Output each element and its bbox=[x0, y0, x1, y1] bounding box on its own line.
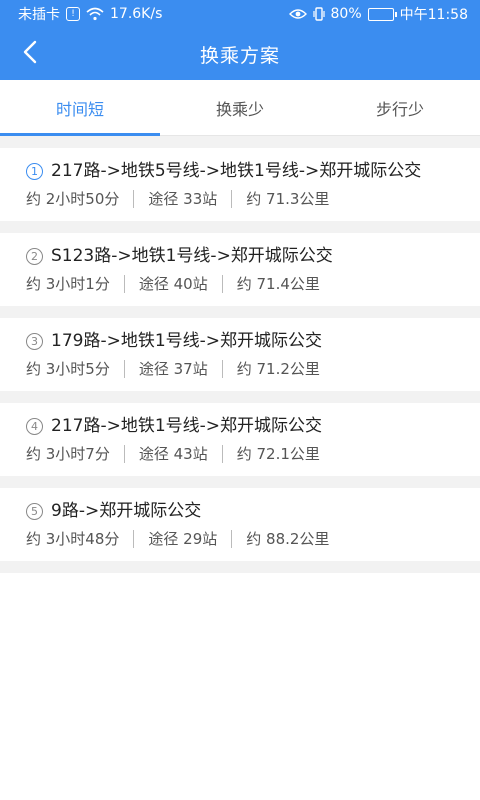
route-item-2[interactable]: 2 S123路->地铁1号线->郑开城际公交 约 3小时1分 途径 40站 约 … bbox=[0, 233, 480, 306]
route-distance: 约 71.3公里 bbox=[246, 190, 330, 208]
route-title: 5 9路->郑开城际公交 bbox=[26, 500, 454, 522]
route-name: 217路->地铁5号线->地铁1号线->郑开城际公交 bbox=[51, 161, 422, 181]
divider bbox=[221, 359, 223, 378]
route-index-badge: 3 bbox=[26, 333, 43, 350]
route-index-badge: 1 bbox=[26, 163, 43, 180]
tab-least-walking[interactable]: 步行少 bbox=[320, 80, 480, 135]
route-name: 179路->地铁1号线->郑开城际公交 bbox=[51, 331, 323, 351]
route-distance: 约 88.2公里 bbox=[246, 530, 330, 548]
route-item-1[interactable]: 1 217路->地铁5号线->地铁1号线->郑开城际公交 约 2小时50分 途径… bbox=[0, 148, 480, 221]
route-stops: 途径 33站 bbox=[148, 190, 218, 208]
eye-icon bbox=[288, 8, 307, 20]
route-name: 9路->郑开城际公交 bbox=[51, 501, 202, 521]
route-distance: 约 71.4公里 bbox=[236, 275, 320, 293]
divider bbox=[221, 274, 223, 293]
status-left: 未插卡 ! 17.6K/s bbox=[18, 4, 162, 24]
route-distance: 约 71.2公里 bbox=[236, 360, 320, 378]
divider bbox=[123, 359, 125, 378]
route-meta: 约 2小时50分 途径 33站 约 71.3公里 bbox=[26, 188, 454, 209]
divider bbox=[133, 529, 135, 548]
route-stops: 途径 29站 bbox=[148, 530, 218, 548]
tab-fewest-transfers[interactable]: 换乘少 bbox=[160, 80, 320, 135]
divider bbox=[221, 444, 223, 463]
wifi-icon bbox=[86, 7, 104, 21]
sim-icon: ! bbox=[66, 7, 80, 21]
divider bbox=[133, 189, 135, 208]
route-index-badge: 4 bbox=[26, 418, 43, 435]
route-meta: 约 3小时7分 途径 43站 约 72.1公里 bbox=[26, 443, 454, 464]
route-duration: 约 3小时1分 bbox=[26, 275, 110, 293]
route-title: 3 179路->地铁1号线->郑开城际公交 bbox=[26, 330, 454, 352]
page-title: 换乘方案 bbox=[199, 44, 280, 67]
route-name: S123路->地铁1号线->郑开城际公交 bbox=[51, 246, 333, 266]
route-list: 1 217路->地铁5号线->地铁1号线->郑开城际公交 约 2小时50分 途径… bbox=[0, 136, 480, 573]
route-stops: 途径 40站 bbox=[138, 275, 208, 293]
status-right: 80% 中午11:58 bbox=[288, 4, 468, 24]
route-stops: 途径 37站 bbox=[138, 360, 208, 378]
divider bbox=[123, 274, 125, 293]
route-meta: 约 3小时48分 途径 29站 约 88.2公里 bbox=[26, 528, 454, 549]
title-bar: 换乘方案 bbox=[0, 28, 480, 80]
route-duration: 约 3小时48分 bbox=[26, 530, 120, 548]
chevron-left-icon bbox=[22, 40, 38, 68]
route-duration: 约 3小时7分 bbox=[26, 445, 110, 463]
status-bar: 未插卡 ! 17.6K/s 80% 中午11:58 bbox=[0, 0, 480, 28]
route-name: 217路->地铁1号线->郑开城际公交 bbox=[51, 416, 323, 436]
route-meta: 约 3小时5分 途径 37站 约 71.2公里 bbox=[26, 358, 454, 379]
divider bbox=[123, 444, 125, 463]
network-speed: 17.6K/s bbox=[110, 6, 163, 22]
divider bbox=[231, 529, 233, 548]
clock: 中午11:58 bbox=[399, 7, 468, 23]
route-index-badge: 5 bbox=[26, 503, 43, 520]
divider bbox=[231, 189, 233, 208]
route-index-badge: 2 bbox=[26, 248, 43, 265]
route-title: 4 217路->地铁1号线->郑开城际公交 bbox=[26, 415, 454, 437]
route-item-3[interactable]: 3 179路->地铁1号线->郑开城际公交 约 3小时5分 途径 37站 约 7… bbox=[0, 318, 480, 391]
tab-shortest-time[interactable]: 时间短 bbox=[0, 80, 160, 136]
route-meta: 约 3小时1分 途径 40站 约 71.4公里 bbox=[26, 273, 454, 294]
route-duration: 约 3小时5分 bbox=[26, 360, 110, 378]
route-distance: 约 72.1公里 bbox=[236, 445, 320, 463]
battery-icon bbox=[367, 7, 397, 21]
route-item-5[interactable]: 5 9路->郑开城际公交 约 3小时48分 途径 29站 约 88.2公里 bbox=[0, 488, 480, 561]
back-button[interactable] bbox=[12, 36, 48, 72]
tab-bar: 时间短 换乘少 步行少 bbox=[0, 80, 480, 136]
carrier-text: 未插卡 bbox=[18, 7, 60, 23]
battery-percent: 80% bbox=[330, 6, 362, 22]
vibrate-icon bbox=[312, 7, 325, 21]
route-title: 1 217路->地铁5号线->地铁1号线->郑开城际公交 bbox=[26, 160, 454, 182]
route-stops: 途径 43站 bbox=[138, 445, 208, 463]
route-title: 2 S123路->地铁1号线->郑开城际公交 bbox=[26, 245, 454, 267]
route-item-4[interactable]: 4 217路->地铁1号线->郑开城际公交 约 3小时7分 途径 43站 约 7… bbox=[0, 403, 480, 476]
route-duration: 约 2小时50分 bbox=[26, 190, 120, 208]
